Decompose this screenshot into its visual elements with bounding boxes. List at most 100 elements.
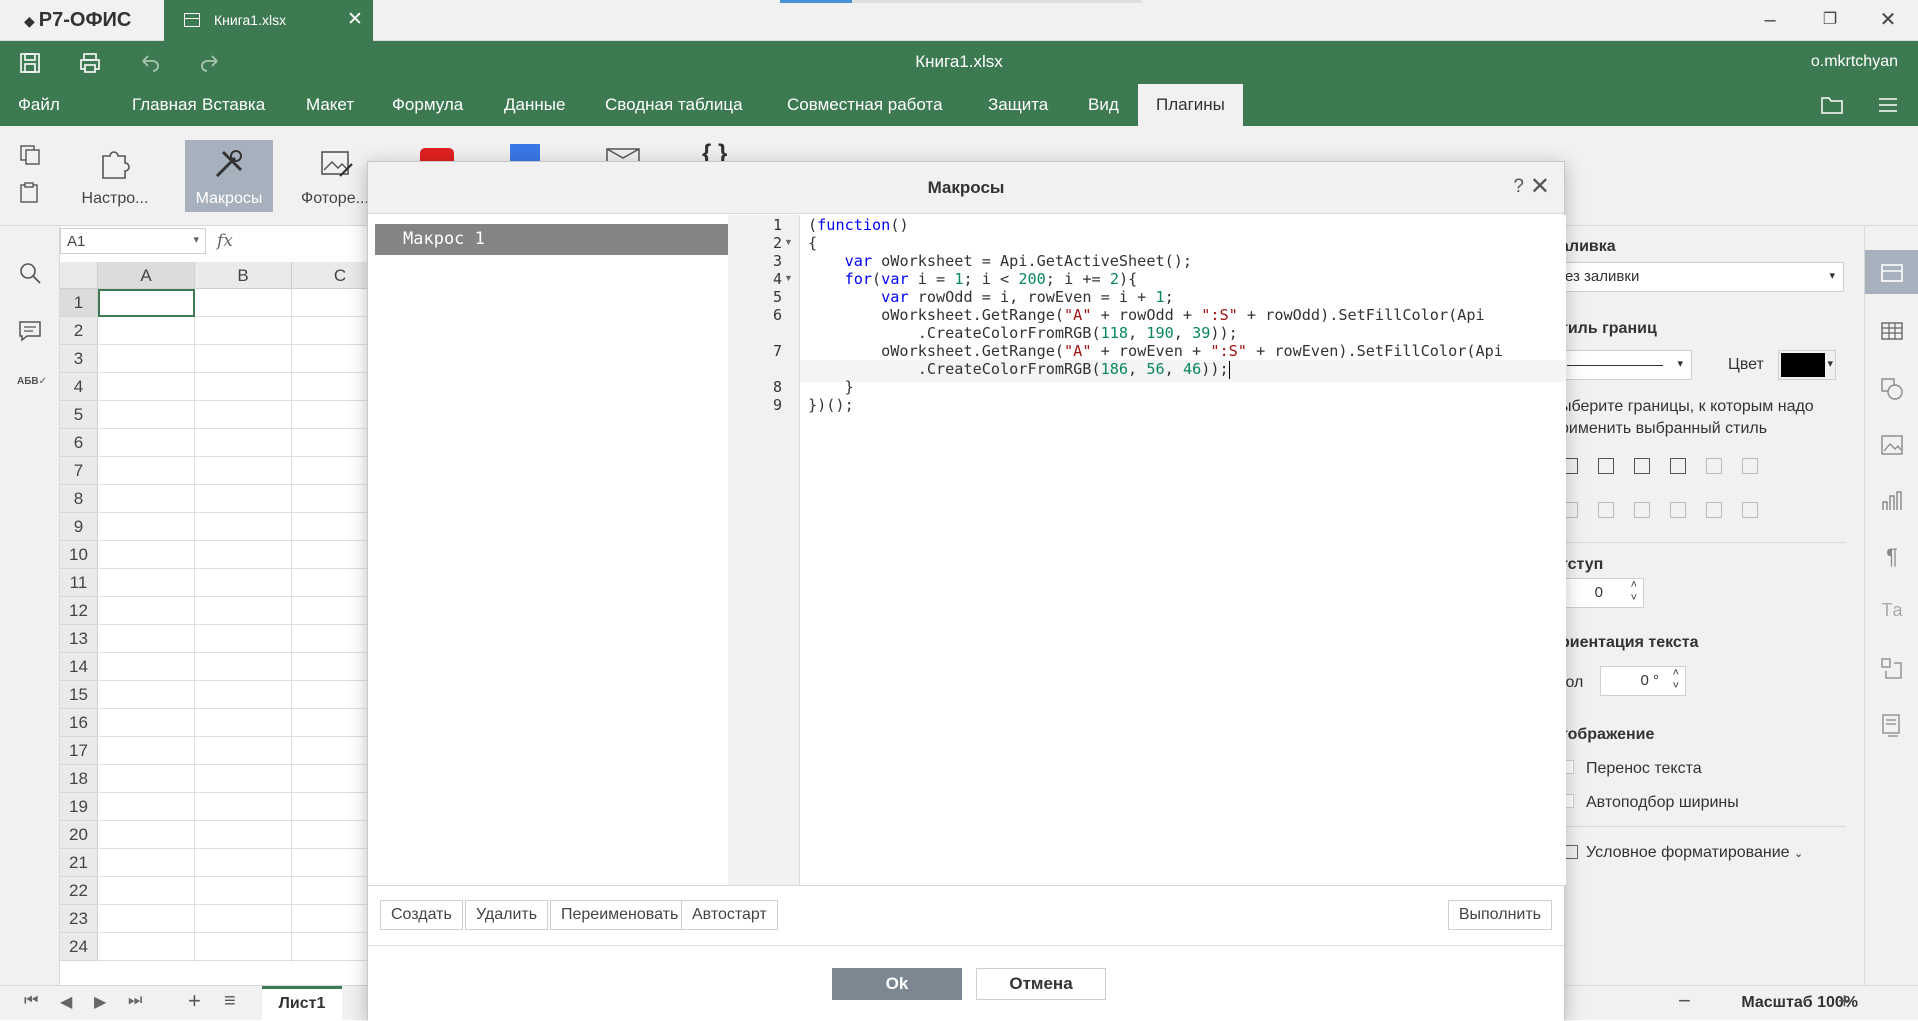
- row-header[interactable]: 15: [60, 681, 98, 709]
- border-style-select[interactable]: ▾: [1560, 350, 1692, 380]
- pivot-settings-icon[interactable]: [1879, 656, 1905, 682]
- document-tab[interactable]: Книга1.xlsx ✕: [164, 0, 373, 41]
- ok-button[interactable]: Ok: [832, 968, 962, 1000]
- row-header[interactable]: 18: [60, 765, 98, 793]
- active-cell-a1[interactable]: [98, 289, 195, 317]
- code-editor[interactable]: 1 2 ▼ 3 4 ▼ 5 6 7 8 9 (function() { var …: [728, 215, 1566, 885]
- table-settings-icon[interactable]: [1879, 318, 1905, 344]
- border-preset-icon[interactable]: [1706, 502, 1722, 518]
- menu-formula[interactable]: Формула: [392, 95, 463, 115]
- youtube-icon[interactable]: [420, 148, 454, 162]
- search-icon[interactable]: [17, 260, 43, 286]
- rename-button[interactable]: Переименовать: [550, 900, 690, 930]
- chart-settings-icon[interactable]: [1879, 488, 1905, 514]
- create-button[interactable]: Создать: [380, 900, 463, 930]
- menu-file[interactable]: Файл: [18, 95, 60, 115]
- menu-insert[interactable]: Вставка: [202, 95, 265, 115]
- sheet-tab-list1[interactable]: Лист1: [262, 986, 342, 1021]
- conditional-format-button[interactable]: Условное форматирование ⌄: [1564, 844, 1803, 862]
- spinner-arrows-icon[interactable]: ˄ ˅: [1673, 667, 1679, 693]
- paste-icon[interactable]: [18, 182, 42, 204]
- translator-icon[interactable]: [510, 144, 540, 162]
- row-header[interactable]: 1: [60, 289, 98, 317]
- add-sheet-icon[interactable]: +: [188, 988, 201, 1014]
- border-preset-icon[interactable]: [1670, 502, 1686, 518]
- close-icon[interactable]: ✕: [1530, 172, 1550, 201]
- row-header[interactable]: 17: [60, 737, 98, 765]
- row-header[interactable]: 11: [60, 569, 98, 597]
- paragraph-settings-icon[interactable]: ¶: [1879, 544, 1905, 570]
- cell-reference-box[interactable]: A1 ▾: [60, 228, 206, 254]
- wrap-text-label[interactable]: Перенос текста: [1586, 760, 1702, 778]
- menu-pivot-table[interactable]: Сводная таблица: [605, 95, 743, 115]
- border-preset-icon[interactable]: [1634, 502, 1650, 518]
- chevron-down-icon[interactable]: ▾: [193, 233, 199, 246]
- border-color-picker[interactable]: ▾: [1778, 350, 1836, 380]
- first-sheet-icon[interactable]: ⏮: [24, 992, 38, 1010]
- plugin-settings-button[interactable]: Настро...: [70, 140, 160, 212]
- fill-select[interactable]: ез заливки ▾: [1560, 262, 1844, 292]
- help-icon[interactable]: ?: [1513, 176, 1524, 198]
- menu-data[interactable]: Данные: [504, 95, 565, 115]
- row-header[interactable]: 14: [60, 653, 98, 681]
- row-header[interactable]: 23: [60, 905, 98, 933]
- menu-plugins[interactable]: Плагины: [1138, 84, 1243, 126]
- menu-layout[interactable]: Макет: [306, 95, 354, 115]
- border-preset-icon[interactable]: [1598, 458, 1614, 474]
- last-sheet-icon[interactable]: ⏭: [128, 992, 142, 1010]
- sheet-list-icon[interactable]: ≡: [224, 990, 236, 1013]
- autostart-button[interactable]: Автостарт: [681, 900, 778, 930]
- row-header[interactable]: 16: [60, 709, 98, 737]
- border-preset-icon[interactable]: [1742, 458, 1758, 474]
- row-header[interactable]: 20: [60, 821, 98, 849]
- restore-icon[interactable]: ❐: [1810, 4, 1850, 36]
- mail-icon[interactable]: [606, 148, 640, 162]
- border-preset-icon[interactable]: [1634, 458, 1650, 474]
- function-icon[interactable]: fx: [217, 231, 233, 251]
- delete-button[interactable]: Удалить: [465, 900, 549, 930]
- column-header-b[interactable]: B: [195, 262, 292, 289]
- spinner-arrows-icon[interactable]: ˄ ˅: [1631, 579, 1637, 605]
- column-header-a[interactable]: A: [98, 262, 195, 289]
- border-preset-icon[interactable]: [1742, 502, 1758, 518]
- row-header[interactable]: 12: [60, 597, 98, 625]
- zoom-in-icon[interactable]: +: [1838, 988, 1851, 1014]
- indent-spinner[interactable]: 0 ˄ ˅: [1560, 578, 1644, 608]
- signature-settings-icon[interactable]: [1879, 712, 1905, 738]
- autofit-label[interactable]: Автоподбор ширины: [1586, 794, 1739, 812]
- row-header[interactable]: 2: [60, 317, 98, 345]
- spreadsheet-grid[interactable]: A B C 1 2 3 4 5 6 7 8 9 10 11 12 13 14 15 16 17 18 19 20 21 2…: [60, 262, 389, 962]
- minimize-icon[interactable]: –: [1750, 4, 1790, 36]
- row-header[interactable]: 19: [60, 793, 98, 821]
- row-header[interactable]: 5: [60, 401, 98, 429]
- comments-icon[interactable]: [17, 318, 43, 344]
- row-header[interactable]: 4: [60, 373, 98, 401]
- run-button[interactable]: Выполнить: [1447, 900, 1552, 930]
- border-preset-icon[interactable]: [1706, 458, 1722, 474]
- row-header[interactable]: 24: [60, 933, 98, 961]
- row-header[interactable]: 8: [60, 485, 98, 513]
- select-all-corner[interactable]: [60, 262, 98, 289]
- row-header[interactable]: 7: [60, 457, 98, 485]
- copy-icon[interactable]: [18, 144, 42, 166]
- cancel-button[interactable]: Отмена: [976, 968, 1106, 1000]
- border-preset-icon[interactable]: [1670, 458, 1686, 474]
- angle-spinner[interactable]: 0 ° ˄ ˅: [1600, 666, 1686, 696]
- macro-list-item[interactable]: Макрос 1: [375, 224, 735, 255]
- macros-button[interactable]: Макросы: [185, 140, 273, 212]
- zoom-out-icon[interactable]: −: [1678, 988, 1691, 1014]
- row-header[interactable]: 13: [60, 625, 98, 653]
- fold-arrow-icon[interactable]: ▼: [784, 273, 793, 283]
- open-location-icon[interactable]: [1820, 94, 1844, 116]
- row-header[interactable]: 9: [60, 513, 98, 541]
- cell-settings-icon[interactable]: [1879, 260, 1905, 286]
- hamburger-menu-icon[interactable]: [1876, 94, 1900, 116]
- macro-code[interactable]: (function() { var oWorksheet = Api.GetAc…: [808, 215, 1503, 449]
- row-header[interactable]: 22: [60, 877, 98, 905]
- row-header[interactable]: 21: [60, 849, 98, 877]
- next-sheet-icon[interactable]: ▶: [94, 992, 106, 1012]
- shape-settings-icon[interactable]: [1879, 376, 1905, 402]
- text-art-settings-icon[interactable]: Tа: [1879, 600, 1905, 626]
- window-close-icon[interactable]: ✕: [1868, 4, 1908, 36]
- previous-sheet-icon[interactable]: ◀: [60, 992, 72, 1012]
